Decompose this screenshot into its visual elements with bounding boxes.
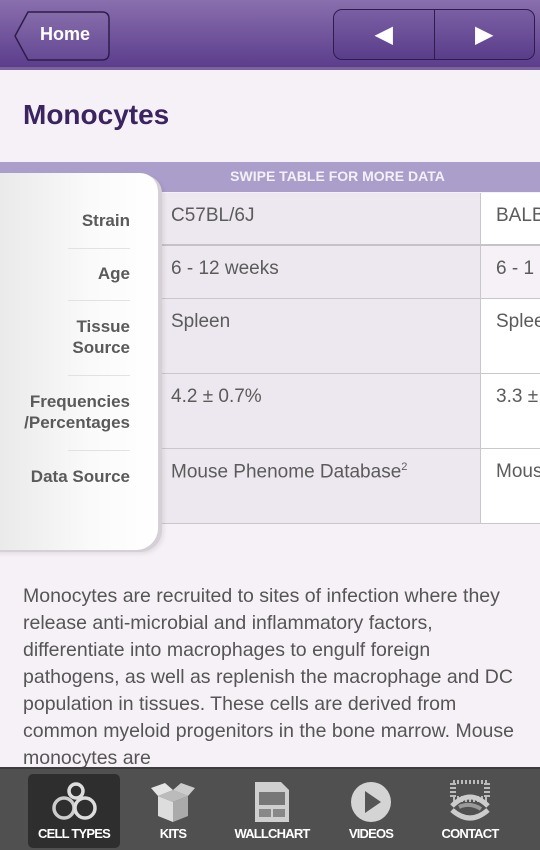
table-cell: 6 - 12 weeks bbox=[158, 246, 480, 298]
row-label-frequencies: Frequencies /Percentages bbox=[24, 392, 130, 432]
tab-label: CONTACT bbox=[441, 826, 500, 841]
row-label-panel: Strain Age Tissue Source Frequencies /Pe… bbox=[0, 173, 158, 550]
home-label: Home bbox=[40, 24, 91, 44]
next-arrow-icon: ▶ bbox=[475, 21, 494, 48]
tab-label: WALLCHART bbox=[234, 826, 310, 841]
tab-cell-types[interactable]: CELL TYPES bbox=[28, 774, 120, 848]
table-cell: C57BL/6J bbox=[158, 193, 480, 244]
top-bar: Home ◀ ▶ bbox=[0, 0, 540, 70]
row-label-strain: Strain bbox=[81, 211, 130, 230]
tab-kits[interactable]: KITS bbox=[127, 774, 219, 848]
table-cell: BALB bbox=[480, 193, 540, 244]
label-divider bbox=[68, 300, 130, 301]
row-label-age: Age bbox=[97, 264, 130, 283]
row-label-tissue-source: Tissue Source bbox=[72, 317, 130, 357]
description-text: Monocytes are recruited to sites of infe… bbox=[23, 585, 514, 769]
prev-next-group: ◀ ▶ bbox=[333, 9, 535, 60]
table-cell: 3.3 ± bbox=[480, 374, 540, 448]
data-source-text: Mouse Phenome Database bbox=[171, 461, 402, 483]
label-divider bbox=[68, 450, 130, 451]
title-area: Monocytes bbox=[0, 73, 540, 161]
home-button[interactable]: Home bbox=[14, 11, 110, 61]
table-row-age: 6 - 12 weeks 6 - 1 bbox=[158, 246, 540, 299]
tab-wallchart[interactable]: WALLCHART bbox=[226, 774, 318, 848]
wallchart-icon bbox=[255, 782, 289, 822]
table-row-tissue-source: Spleen Splee bbox=[158, 299, 540, 374]
prev-arrow-icon: ◀ bbox=[374, 21, 393, 48]
table-cell: Mous bbox=[480, 449, 540, 523]
row-label-data-source: Data Source bbox=[30, 467, 130, 486]
tab-contact[interactable]: CONTACT bbox=[424, 774, 516, 848]
next-button[interactable]: ▶ bbox=[433, 10, 535, 59]
table-row-strain: C57BL/6J BALB bbox=[158, 193, 540, 246]
tab-label: VIDEOS bbox=[348, 826, 394, 841]
prev-button[interactable]: ◀ bbox=[334, 10, 434, 59]
cell-types-icon bbox=[52, 782, 97, 820]
box-icon bbox=[151, 783, 195, 822]
bottom-tab-bar: CELL TYPES KITS WALLCHART VIDEOS CONTACT bbox=[0, 767, 540, 850]
page-title: Monocytes bbox=[23, 99, 170, 130]
label-divider bbox=[68, 248, 130, 249]
table-cell: Mouse Phenome Database2 bbox=[158, 449, 480, 523]
table-cell: 6 - 1 bbox=[480, 246, 540, 298]
tab-label: KITS bbox=[159, 826, 187, 841]
table-cell: 4.2 ± 0.7% bbox=[158, 374, 480, 448]
label-divider bbox=[68, 375, 130, 376]
play-icon bbox=[351, 782, 391, 822]
table-row-frequencies: 4.2 ± 0.7% 3.3 ± bbox=[158, 374, 540, 449]
data-table[interactable]: C57BL/6J BALB 6 - 12 weeks 6 - 1 Spleen … bbox=[158, 193, 540, 524]
tab-videos[interactable]: VIDEOS bbox=[325, 774, 417, 848]
contact-icon bbox=[450, 780, 490, 821]
tab-label: CELL TYPES bbox=[38, 826, 111, 841]
footnote-ref[interactable]: 2 bbox=[401, 461, 407, 473]
table-cell: Spleen bbox=[158, 299, 480, 373]
table-row-data-source: Mouse Phenome Database2 Mous bbox=[158, 449, 540, 524]
table-cell: Splee bbox=[480, 299, 540, 373]
